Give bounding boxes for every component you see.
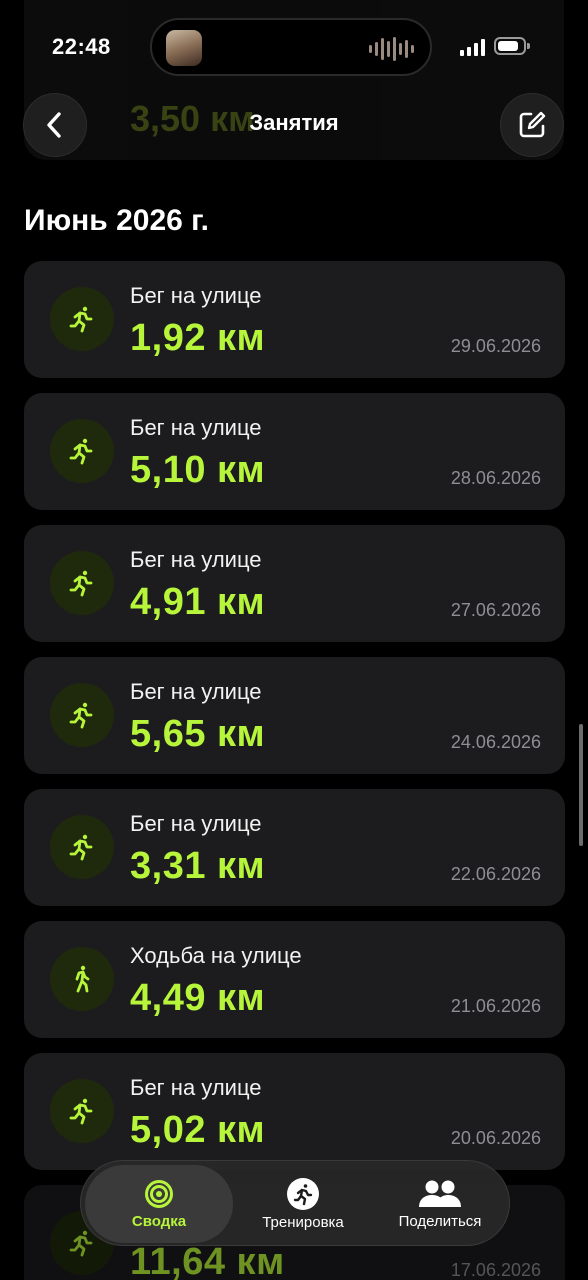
activity-type-label: Бег на улице — [130, 811, 262, 836]
activity-distance: 3,31 км — [130, 845, 266, 887]
running-icon — [69, 1098, 93, 1125]
audio-waveform-icon — [369, 37, 414, 61]
activity-type-label: Бег на улице — [130, 415, 262, 440]
status-time: 22:48 — [52, 34, 111, 59]
activity-distance: 5,10 км — [130, 449, 266, 491]
activity-card[interactable]: Бег на улице 5,10 км 28.06.2026 — [24, 393, 565, 510]
now-playing-artwork — [166, 30, 202, 66]
activity-icon-badge — [50, 287, 114, 351]
activity-card[interactable]: Бег на улице 5,02 км 20.06.2026 — [24, 1053, 565, 1170]
battery-fill — [498, 41, 519, 51]
activity-distance: 5,02 км — [130, 1109, 266, 1151]
status-bar: 22:48 — [0, 0, 588, 90]
tab-sharing[interactable]: Поделиться — [373, 1165, 507, 1243]
activity-distance: 1,92 км — [130, 317, 266, 359]
activity-icon-badge — [50, 419, 114, 483]
tab-summary-label: Сводка — [131, 1212, 187, 1230]
running-icon — [69, 306, 93, 333]
activity-card[interactable]: Ходьба на улице 4,49 км 21.06.2026 — [24, 921, 565, 1038]
edit-button[interactable] — [500, 93, 564, 157]
running-icon — [69, 438, 93, 465]
tab-summary[interactable]: Сводка — [85, 1165, 233, 1243]
activity-distance: 11,64 км — [130, 1241, 285, 1280]
activity-date: 20.06.2026 — [450, 1128, 541, 1148]
people-icon — [419, 1180, 461, 1207]
activity-card[interactable]: Бег на улице 1,92 км 29.06.2026 — [24, 261, 565, 378]
activity-distance: 4,91 км — [130, 581, 266, 623]
activity-icon-badge — [50, 683, 114, 747]
activity-type-label: Бег на улице — [130, 283, 262, 308]
tab-workout-label: Тренировка — [262, 1213, 344, 1231]
activity-list: Бег на улице 1,92 км 29.06.2026 Бег на у… — [24, 261, 565, 1280]
activity-icon-badge — [50, 551, 114, 615]
activity-date: 22.06.2026 — [450, 864, 541, 884]
activity-icon-badge — [50, 947, 114, 1011]
activity-date: 21.06.2026 — [450, 996, 541, 1016]
dynamic-island[interactable] — [150, 18, 432, 76]
battery-icon — [494, 37, 530, 55]
running-icon — [287, 1177, 319, 1210]
activity-card[interactable]: Бег на улице 4,91 км 27.06.2026 — [24, 525, 565, 642]
square-pencil-icon — [519, 111, 546, 138]
activity-distance: 5,65 км — [130, 713, 266, 755]
activity-date: 29.06.2026 — [450, 336, 541, 356]
activity-date: 27.06.2026 — [450, 600, 541, 620]
tab-workout[interactable]: Тренировка — [239, 1165, 367, 1243]
walking-icon — [75, 965, 90, 993]
running-icon — [69, 834, 93, 861]
month-section-title: Июнь 2026 г. — [24, 204, 209, 237]
tab-sharing-label: Поделиться — [398, 1212, 482, 1230]
tab-bar: Сводка Тренировка Поделиться — [80, 1160, 510, 1246]
activity-card[interactable]: Бег на улице 5,65 км 24.06.2026 — [24, 657, 565, 774]
activity-type-label: Ходьба на улице — [130, 943, 302, 968]
scrollbar[interactable] — [579, 724, 583, 846]
activity-distance: 4,49 км — [130, 977, 266, 1019]
activity-icon-badge — [50, 1079, 114, 1143]
activity-card[interactable]: Бег на улице 3,31 км 22.06.2026 — [24, 789, 565, 906]
cellular-signal-icon — [460, 38, 485, 56]
activity-type-label: Бег на улице — [130, 547, 262, 572]
activity-rings-icon — [145, 1179, 173, 1208]
running-icon — [69, 570, 93, 597]
activity-date: 28.06.2026 — [450, 468, 541, 488]
activity-icon-badge — [50, 815, 114, 879]
activity-date: 17.06.2026 — [450, 1260, 541, 1280]
activity-date: 24.06.2026 — [450, 732, 541, 752]
activity-type-label: Бег на улице — [130, 1075, 262, 1100]
activity-type-label: Бег на улице — [130, 679, 262, 704]
running-icon — [69, 702, 93, 729]
